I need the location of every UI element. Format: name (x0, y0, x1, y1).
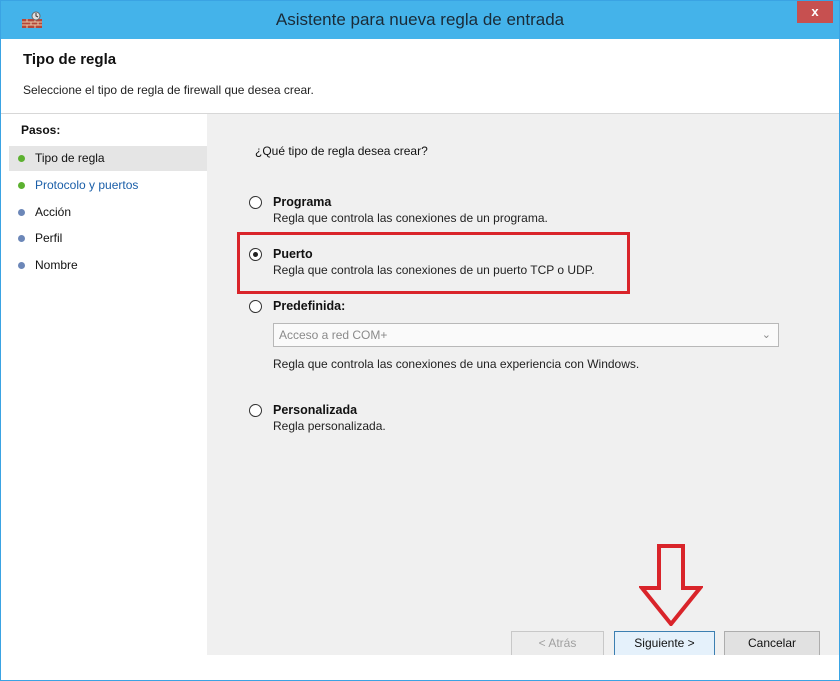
close-button[interactable]: x (797, 1, 833, 23)
step-tipo-de-regla: Tipo de regla (9, 146, 207, 171)
radio-predefinida[interactable] (249, 300, 262, 313)
content-panel: ¿Qué tipo de regla desea crear? Programa… (207, 114, 839, 656)
step-protocolo-y-puertos[interactable]: Protocolo y puertos (9, 173, 207, 198)
title-bar: Asistente para nueva regla de entrada x (1, 1, 839, 39)
wizard-window: Asistente para nueva regla de entrada x … (0, 0, 840, 681)
radio-programa[interactable] (249, 196, 262, 209)
rule-type-question: ¿Qué tipo de regla desea crear? (255, 144, 428, 158)
step-label: Tipo de regla (35, 151, 105, 165)
predefined-description: Regla que controla las conexiones de una… (273, 357, 640, 371)
option-description: Regla personalizada. (273, 419, 386, 433)
radio-puerto[interactable] (249, 248, 262, 261)
step-pending-bullet-icon (18, 235, 25, 242)
steps-heading: Pasos: (21, 123, 61, 137)
page-subtitle: Seleccione el tipo de regla de firewall … (23, 83, 314, 97)
step-done-bullet-icon (18, 182, 25, 189)
option-title: Programa (273, 195, 332, 209)
next-button[interactable]: Siguiente > (614, 631, 715, 656)
step-done-bullet-icon (18, 155, 25, 162)
cancel-button[interactable]: Cancelar (724, 631, 820, 656)
step-perfil: Perfil (9, 226, 207, 251)
option-description: Regla que controla las conexiones de un … (273, 263, 595, 277)
select-value: Acceso a red COM+ (279, 328, 388, 342)
step-label: Nombre (35, 258, 78, 272)
radio-personalizada[interactable] (249, 404, 262, 417)
chevron-down-icon: ⌄ (761, 329, 771, 341)
option-title: Personalizada (273, 403, 358, 417)
page-title: Tipo de regla (23, 51, 117, 68)
down-arrow-icon (639, 544, 703, 626)
bottom-strip (1, 655, 839, 680)
steps-panel: Pasos: Tipo de regla Protocolo y puertos… (1, 114, 207, 655)
wizard-header: Tipo de regla Seleccione el tipo de regl… (1, 39, 839, 114)
window-title: Asistente para nueva regla de entrada (275, 10, 565, 29)
option-description: Regla que controla las conexiones de un … (273, 211, 548, 225)
back-button[interactable]: < Atrás (511, 631, 604, 656)
option-title: Puerto (273, 247, 313, 261)
step-nombre: Nombre (9, 253, 207, 278)
step-accion: Acción (9, 200, 207, 225)
option-title: Predefinida: (273, 299, 346, 313)
step-label: Perfil (35, 231, 63, 245)
step-pending-bullet-icon (18, 209, 25, 216)
step-pending-bullet-icon (18, 262, 25, 269)
step-label: Protocolo y puertos (35, 178, 139, 192)
step-label: Acción (35, 205, 72, 219)
predefined-rule-select[interactable]: Acceso a red COM+ ⌄ (273, 323, 779, 347)
